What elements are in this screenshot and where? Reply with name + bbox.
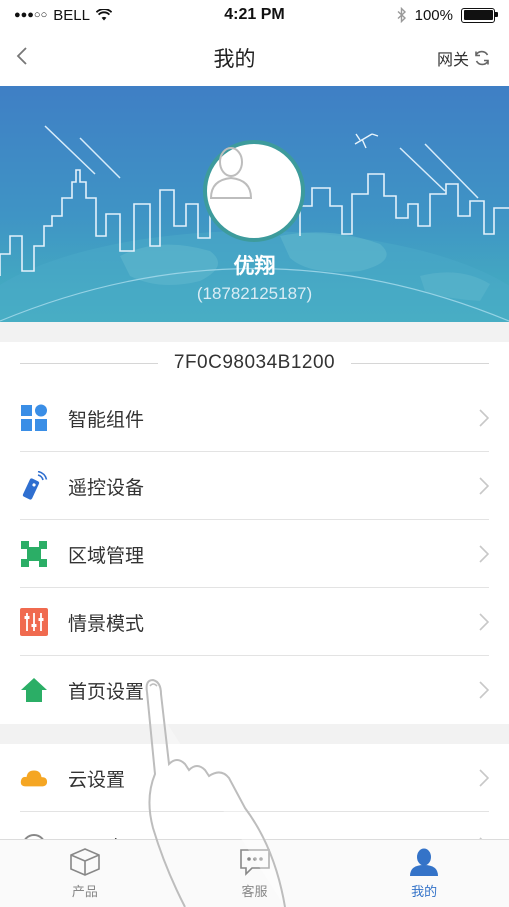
home-icon [20,676,48,704]
remote-control-icon [20,471,48,500]
chevron-right-icon [479,769,489,787]
tab-mine[interactable]: 我的 [339,840,509,907]
area-icon [20,540,48,568]
menu-item-label: 云设置 [68,769,126,791]
page-title: 我的 [213,48,256,71]
box-icon [70,848,100,876]
chevron-right-icon [479,681,489,699]
chevron-left-icon [16,46,27,65]
tab-label: 我的 [411,884,438,899]
tab-products[interactable]: 产品 [0,840,170,907]
carrier-label: BELL [53,6,90,24]
device-id: 7F0C98034B1200 [173,352,336,373]
signal-strength-icon: ●●●○○ [14,9,48,21]
user-avatar-icon [209,147,253,199]
avatar[interactable] [203,140,305,242]
menu-item-remote-devices[interactable]: 遥控设备 [0,452,509,520]
menu-item-label: 情景模式 [68,613,145,635]
battery-percent: 100% [414,6,453,24]
nav-bar: 我的 网关 [0,30,509,86]
divider-line [20,362,158,364]
battery-icon [461,7,498,23]
menu-item-label: 智能组件 [68,409,145,431]
menu-item-label: 遥控设备 [68,477,145,499]
menu-item-label: 区域管理 [68,545,145,567]
user-phone: (18782125187) [196,284,313,303]
menu-item-label: 首页设置 [68,681,145,703]
tab-customer-service[interactable]: 客服 [170,840,340,907]
chevron-right-icon [479,545,489,563]
status-bar: ●●●○○ BELL 4:21 PM 100% [0,0,509,30]
refresh-icon [475,50,489,66]
user-icon [410,848,439,876]
wifi-icon [95,9,112,21]
status-left: ●●●○○ BELL [14,7,184,24]
chevron-right-icon [479,613,489,631]
chevron-right-icon [479,477,489,495]
back-button[interactable] [0,46,60,71]
device-id-row: 7F0C98034B1200 [0,342,509,384]
bluetooth-icon [397,7,406,23]
menu-item-area-management[interactable]: 区域管理 [0,520,509,588]
gateway-button[interactable]: 网关 [409,46,509,70]
settings-panel: 7F0C98034B1200 智能组件 遥控设备 区域管理 情景模式 首页设置 … [0,342,509,880]
user-name: 优翔 [233,255,276,278]
chat-icon [239,849,270,876]
menu-item-cloud-settings[interactable]: 云设置 [0,744,509,812]
chevron-right-icon [479,409,489,427]
grid-icon [20,404,48,432]
tab-label: 产品 [71,884,98,899]
section-gap [0,724,509,744]
status-right: 100% [325,6,498,24]
menu-item-smart-components[interactable]: 智能组件 [0,384,509,452]
tab-bar: 产品 客服 我的 [0,839,509,907]
sliders-icon [20,608,48,636]
divider-line [351,362,489,364]
profile-banner: 优翔 (18782125187) [0,86,509,322]
menu-item-scene-mode[interactable]: 情景模式 [0,588,509,656]
menu-item-home-settings[interactable]: 首页设置 [0,656,509,724]
cloud-icon [20,764,48,792]
gateway-label: 网关 [436,52,469,69]
status-time: 4:21 PM [224,6,285,23]
tab-label: 客服 [241,884,268,899]
